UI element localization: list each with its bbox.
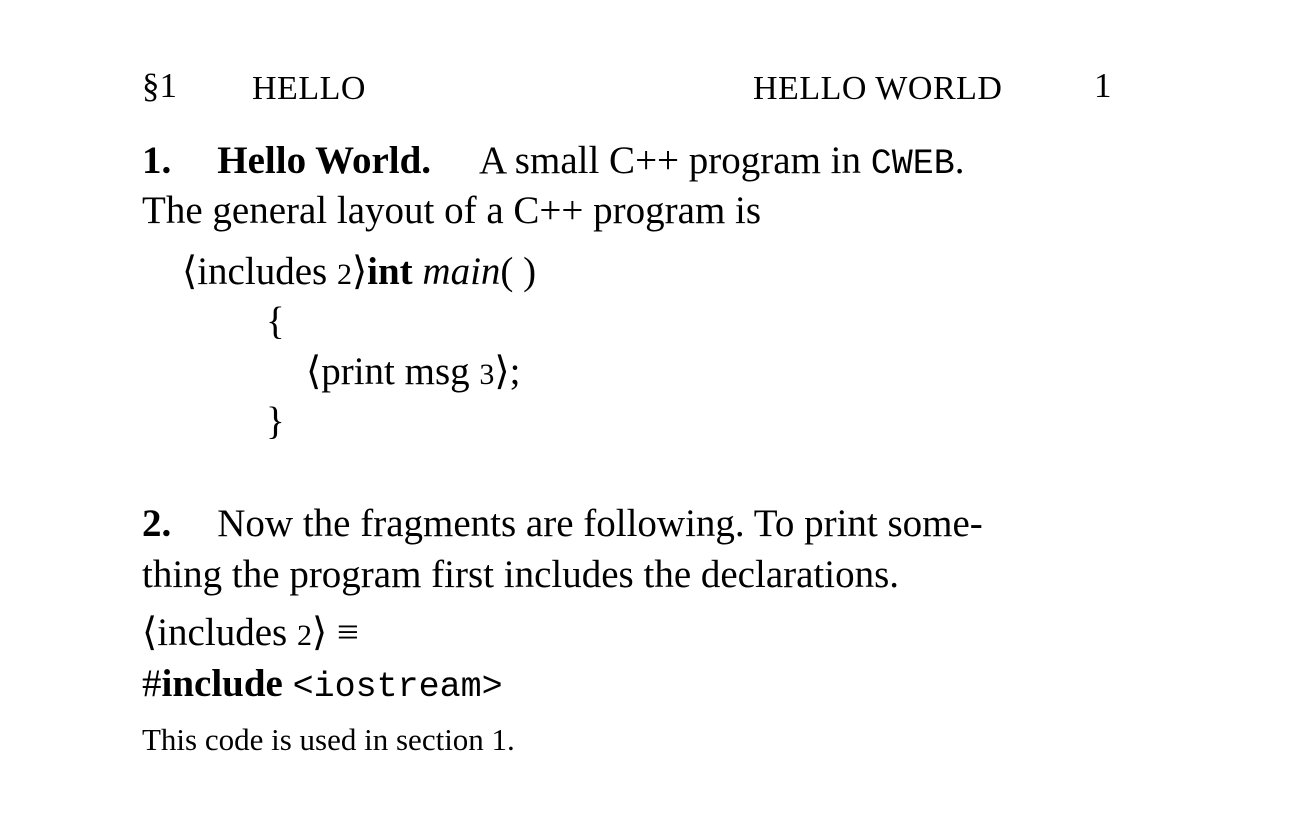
header-right-title: HELLO WORLD bbox=[753, 70, 1003, 107]
used-in-note: This code is used in section 1. bbox=[142, 722, 515, 757]
print-ref: 3 bbox=[479, 358, 495, 391]
include-file: <iostream> bbox=[292, 667, 503, 707]
includes-ref: 2 bbox=[336, 258, 352, 291]
includes-definition: ⟨includes 2⟩ ≡ bbox=[142, 608, 359, 661]
print-langle: ⟨ bbox=[306, 350, 322, 393]
code-line-main: ⟨includes 2⟩int main( ) bbox=[182, 247, 536, 300]
section2-line1: 2. Now the fragments are following. To pr… bbox=[142, 498, 1112, 549]
def-ref: 2 bbox=[296, 619, 312, 652]
header-left-title: HELLO bbox=[252, 70, 366, 107]
section1-intro-period: . bbox=[954, 139, 965, 182]
langle: ⟨ bbox=[182, 250, 198, 293]
document-page: §1 HELLO HELLO WORLD 1 1. Hello World. A s… bbox=[0, 0, 1295, 825]
main-function: main bbox=[422, 250, 501, 293]
includes-name: includes bbox=[197, 250, 328, 293]
include-line: #include <iostream> bbox=[142, 659, 503, 712]
rangle: ⟩ bbox=[351, 250, 368, 293]
def-langle: ⟨ bbox=[142, 611, 158, 654]
print-semicolon: ; bbox=[509, 350, 521, 393]
section1-number: 1. bbox=[142, 139, 172, 182]
section2-number: 2. bbox=[142, 502, 172, 545]
section1-line2: The general layout of a C++ program is bbox=[142, 189, 762, 232]
def-equiv: ≡ bbox=[336, 611, 359, 654]
cweb-name: CWEB bbox=[870, 144, 955, 184]
section1-intro-text: A small C++ program in bbox=[479, 139, 862, 182]
section1-title: Hello World. bbox=[217, 139, 432, 182]
print-rangle: ⟩ bbox=[494, 350, 510, 393]
header-section-mark: §1 bbox=[142, 66, 177, 105]
section2-line2: thing the program first includes the dec… bbox=[142, 553, 900, 596]
section2-paragraph: 2. Now the fragments are following. To pr… bbox=[142, 498, 1112, 600]
code-open-brace: { bbox=[266, 300, 285, 343]
section2-line1-text: Now the fragments are following. To prin… bbox=[217, 502, 983, 545]
code-line-print: ⟨print msg 3⟩; bbox=[306, 347, 520, 400]
def-name: includes bbox=[157, 611, 288, 654]
header-page-number: 1 bbox=[1094, 66, 1112, 105]
int-keyword: int bbox=[367, 250, 413, 293]
include-hash: # bbox=[142, 662, 162, 705]
include-keyword: include bbox=[161, 662, 283, 705]
def-rangle: ⟩ bbox=[311, 611, 328, 654]
section1-line1: 1. Hello World. A small C++ program in CWE… bbox=[142, 136, 965, 189]
code-close-brace: } bbox=[266, 400, 285, 443]
main-parens: ( ) bbox=[500, 250, 537, 293]
print-name: print msg bbox=[321, 350, 470, 393]
